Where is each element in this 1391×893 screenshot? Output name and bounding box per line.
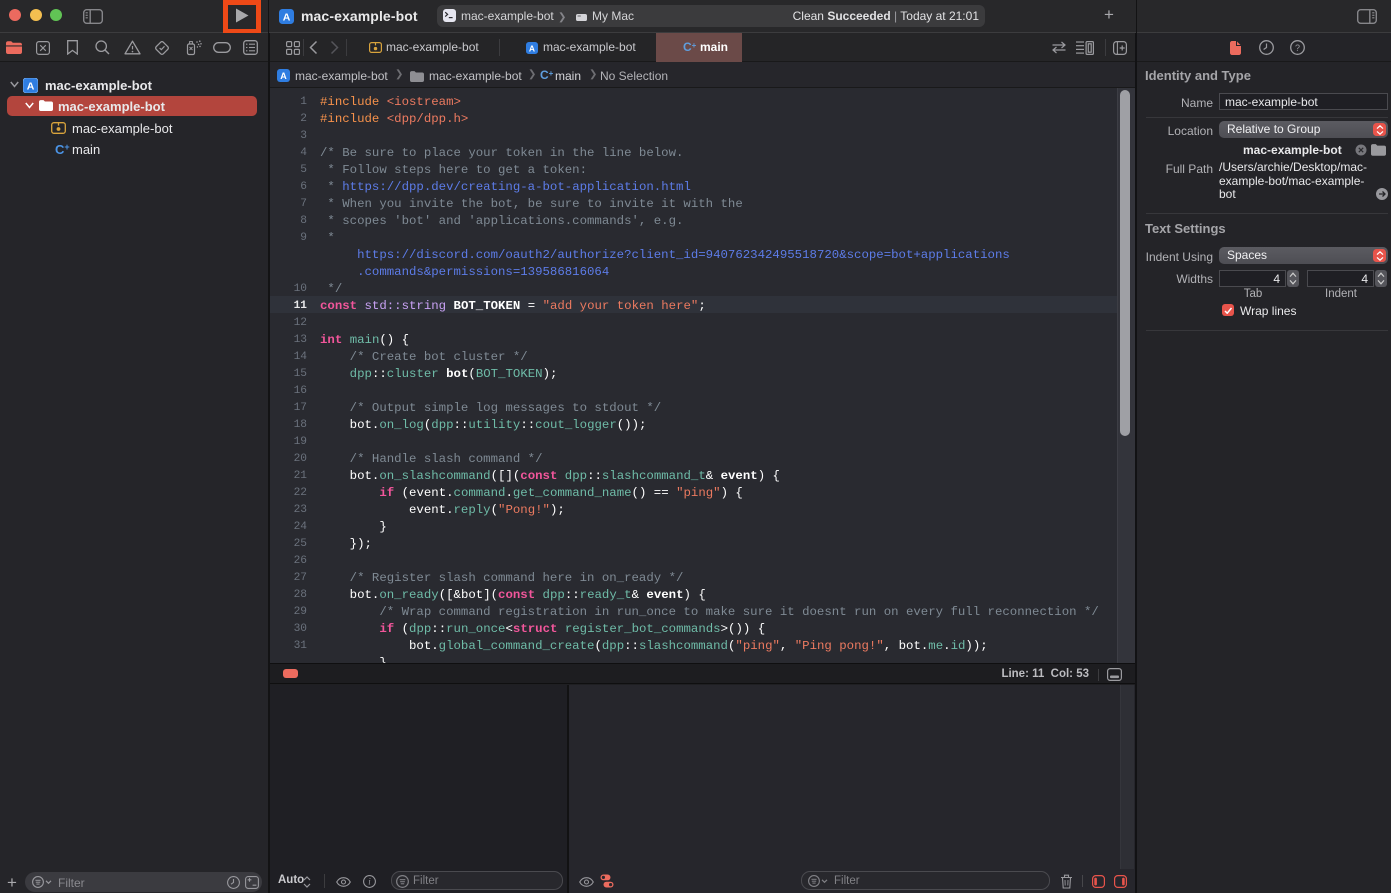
svg-text:A: A xyxy=(280,71,287,81)
svg-text:A: A xyxy=(27,81,35,93)
svg-text:?: ? xyxy=(1295,43,1300,53)
svg-text:A: A xyxy=(283,12,291,24)
svg-text:i: i xyxy=(368,877,371,887)
svg-text:A: A xyxy=(529,43,535,53)
